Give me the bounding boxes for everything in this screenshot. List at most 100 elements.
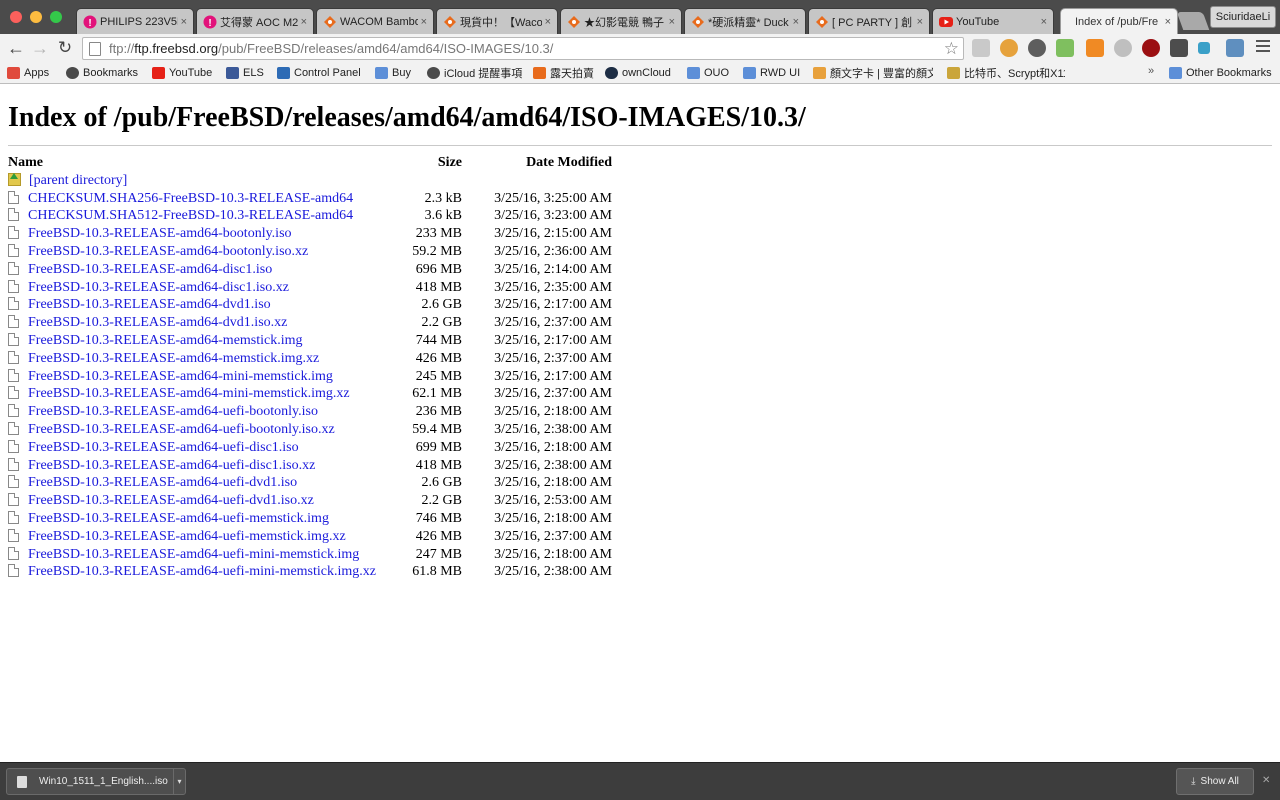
- file-link[interactable]: FreeBSD-10.3-RELEASE-amd64-bootonly.iso: [28, 226, 292, 241]
- extension-sync-icon[interactable]: [1028, 39, 1046, 57]
- bookmark-bookmarks[interactable]: Bookmarks: [66, 65, 138, 81]
- bookmark-apps[interactable]: Apps: [7, 65, 49, 81]
- bookmark-bitcoin[interactable]: 比特币、Scrypt和X11: [947, 65, 1065, 81]
- file-link[interactable]: FreeBSD-10.3-RELEASE-amd64-bootonly.iso.…: [28, 244, 308, 259]
- extension-cookie-icon[interactable]: [1000, 39, 1018, 57]
- extension-circle-icon[interactable]: [1114, 39, 1132, 57]
- file-link[interactable]: CHECKSUM.SHA256-FreeBSD-10.3-RELEASE-amd…: [28, 191, 353, 206]
- close-icon[interactable]: ×: [1165, 16, 1171, 28]
- file-size: 746 MB: [415, 511, 462, 527]
- file-link[interactable]: FreeBSD-10.3-RELEASE-amd64-uefi-disc1.is…: [28, 440, 299, 455]
- minimize-window-button[interactable]: [30, 11, 42, 23]
- close-icon[interactable]: ×: [181, 16, 187, 28]
- bookmark-folder-rwd-ui[interactable]: RWD UI: [743, 65, 800, 81]
- tab-aoc[interactable]: ! 艾得蒙 AOC M2060 ×: [196, 8, 314, 34]
- zoom-window-button[interactable]: [50, 11, 62, 23]
- url-text[interactable]: ftp://ftp.freebsd.org/pub/FreeBSD/releas…: [109, 41, 963, 56]
- file-link[interactable]: FreeBSD-10.3-RELEASE-amd64-disc1.iso.xz: [28, 280, 289, 295]
- folder-icon: [687, 67, 700, 79]
- bookmark-emoticon[interactable]: 顏文字卡 | 豐富的顏文: [813, 65, 933, 81]
- file-link[interactable]: FreeBSD-10.3-RELEASE-amd64-memstick.img.…: [28, 351, 319, 366]
- file-link[interactable]: FreeBSD-10.3-RELEASE-amd64-dvd1.iso.xz: [28, 315, 287, 330]
- file-link[interactable]: FreeBSD-10.3-RELEASE-amd64-uefi-memstick…: [28, 529, 346, 544]
- screenshot-camera-icon[interactable]: [1226, 39, 1244, 57]
- forward-button[interactable]: →: [29, 38, 51, 58]
- extension-calculator-icon[interactable]: [1086, 39, 1104, 57]
- download-item[interactable]: Win10_1511_1_English....iso ▾: [6, 768, 186, 795]
- file-link[interactable]: FreeBSD-10.3-RELEASE-amd64-uefi-bootonly…: [28, 422, 335, 437]
- other-bookmarks[interactable]: Other Bookmarks: [1169, 65, 1272, 81]
- tab-philips[interactable]: ! PHILIPS 223V5LI ×: [76, 8, 194, 34]
- tab-wacom-bamboo[interactable]: WACOM Bamboo ×: [316, 8, 434, 34]
- tab-ftp-index[interactable]: Index of /pub/Fre ×: [1060, 8, 1178, 34]
- close-icon[interactable]: ×: [421, 16, 427, 28]
- tab-duck-2[interactable]: *硬派精靈* Duck ×: [684, 8, 806, 34]
- bookmark-els[interactable]: ELS: [226, 65, 264, 81]
- bookmark-icloud-reminders[interactable]: iCloud 提醒事項: [427, 65, 522, 81]
- file-link[interactable]: FreeBSD-10.3-RELEASE-amd64-uefi-mini-mem…: [28, 547, 359, 562]
- file-date: 3/25/16, 2:37:00 AM: [494, 315, 612, 331]
- close-icon[interactable]: ×: [669, 16, 675, 28]
- file-link[interactable]: FreeBSD-10.3-RELEASE-amd64-uefi-dvd1.iso…: [28, 493, 314, 508]
- file-link[interactable]: FreeBSD-10.3-RELEASE-amd64-dvd1.iso: [28, 297, 271, 312]
- bookmark-control-panel[interactable]: Control Panel: [277, 65, 361, 81]
- file-link[interactable]: FreeBSD-10.3-RELEASE-amd64-uefi-bootonly…: [28, 404, 318, 419]
- close-icon[interactable]: ×: [793, 16, 799, 28]
- file-link[interactable]: FreeBSD-10.3-RELEASE-amd64-uefi-mini-mem…: [28, 564, 376, 579]
- tab-title: [ PC PARTY ] 創: [832, 16, 913, 29]
- column-name[interactable]: Name: [8, 154, 380, 172]
- tab-pc-party[interactable]: [ PC PARTY ] 創 ×: [808, 8, 930, 34]
- file-size: 696 MB: [415, 261, 462, 277]
- bookmarks-overflow-button[interactable]: »: [1148, 65, 1154, 77]
- file-link[interactable]: FreeBSD-10.3-RELEASE-amd64-uefi-disc1.is…: [28, 458, 315, 473]
- file-link[interactable]: FreeBSD-10.3-RELEASE-amd64-memstick.img: [28, 333, 303, 348]
- close-icon[interactable]: ×: [545, 16, 551, 28]
- close-icon[interactable]: ×: [917, 16, 923, 28]
- file-link[interactable]: FreeBSD-10.3-RELEASE-amd64-mini-memstick…: [28, 369, 333, 384]
- download-menu-button[interactable]: ▾: [173, 769, 185, 794]
- file-icon: [8, 315, 19, 329]
- close-icon[interactable]: ×: [301, 16, 307, 28]
- bookmark-youtube[interactable]: YouTube: [152, 65, 212, 81]
- column-date-modified[interactable]: Date Modified: [462, 154, 612, 172]
- extension-ghost-icon[interactable]: [1170, 39, 1188, 57]
- bookmark-owncloud[interactable]: ownCloud: [605, 65, 671, 81]
- ublock-icon[interactable]: [1142, 39, 1160, 57]
- column-size[interactable]: Size: [380, 154, 462, 172]
- address-bar[interactable]: ftp://ftp.freebsd.org/pub/FreeBSD/releas…: [82, 37, 964, 60]
- new-tab-button[interactable]: [1176, 12, 1210, 30]
- bookmark-folder-buy[interactable]: Buy: [375, 65, 411, 81]
- extension-tab-icon[interactable]: [972, 39, 990, 57]
- menu-icon[interactable]: [1256, 40, 1270, 54]
- tab-duck-1[interactable]: ★幻影電競 鴨子 ×: [560, 8, 682, 34]
- profile-button[interactable]: SciuridaeLi: [1210, 6, 1276, 28]
- bookmark-star-icon[interactable]: ☆: [944, 39, 959, 59]
- close-shelf-icon[interactable]: ✕: [1262, 775, 1270, 786]
- file-link[interactable]: FreeBSD-10.3-RELEASE-amd64-uefi-dvd1.iso: [28, 475, 297, 490]
- file-link[interactable]: FreeBSD-10.3-RELEASE-amd64-disc1.iso: [28, 262, 272, 277]
- file-size: 3.6 kB: [424, 208, 462, 224]
- file-date: 3/25/16, 2:37:00 AM: [494, 350, 612, 366]
- back-button[interactable]: ←: [5, 38, 27, 58]
- folder-icon: [375, 67, 388, 79]
- file-size: 247 MB: [415, 546, 462, 562]
- extension-dot-icon[interactable]: [1198, 42, 1210, 54]
- reload-button[interactable]: ↻: [54, 38, 76, 58]
- tab-wacom-stock[interactable]: 現貨中！【Wacom ×: [436, 8, 558, 34]
- control-panel-icon: [277, 67, 290, 79]
- close-window-button[interactable]: [10, 11, 22, 23]
- file-icon: [8, 350, 19, 364]
- bookmark-folder-ouo[interactable]: OUO: [687, 65, 729, 81]
- bookmark-ruten[interactable]: 露天拍賣: [533, 65, 594, 81]
- file-link[interactable]: FreeBSD-10.3-RELEASE-amd64-mini-memstick…: [28, 386, 350, 401]
- file-date: 3/25/16, 2:37:00 AM: [494, 528, 612, 544]
- parent-directory-link[interactable]: [parent directory]: [29, 173, 127, 188]
- download-filename: Win10_1511_1_English....iso: [39, 776, 168, 787]
- tab-youtube[interactable]: YouTube ×: [932, 8, 1054, 34]
- file-link[interactable]: FreeBSD-10.3-RELEASE-amd64-uefi-memstick…: [28, 511, 329, 526]
- tab-title: 艾得蒙 AOC M2060: [220, 16, 298, 29]
- show-all-downloads-button[interactable]: ⤓ Show All: [1176, 768, 1254, 795]
- file-link[interactable]: CHECKSUM.SHA512-FreeBSD-10.3-RELEASE-amd…: [28, 208, 353, 223]
- extension-signal-icon[interactable]: [1056, 39, 1074, 57]
- close-icon[interactable]: ×: [1041, 16, 1047, 28]
